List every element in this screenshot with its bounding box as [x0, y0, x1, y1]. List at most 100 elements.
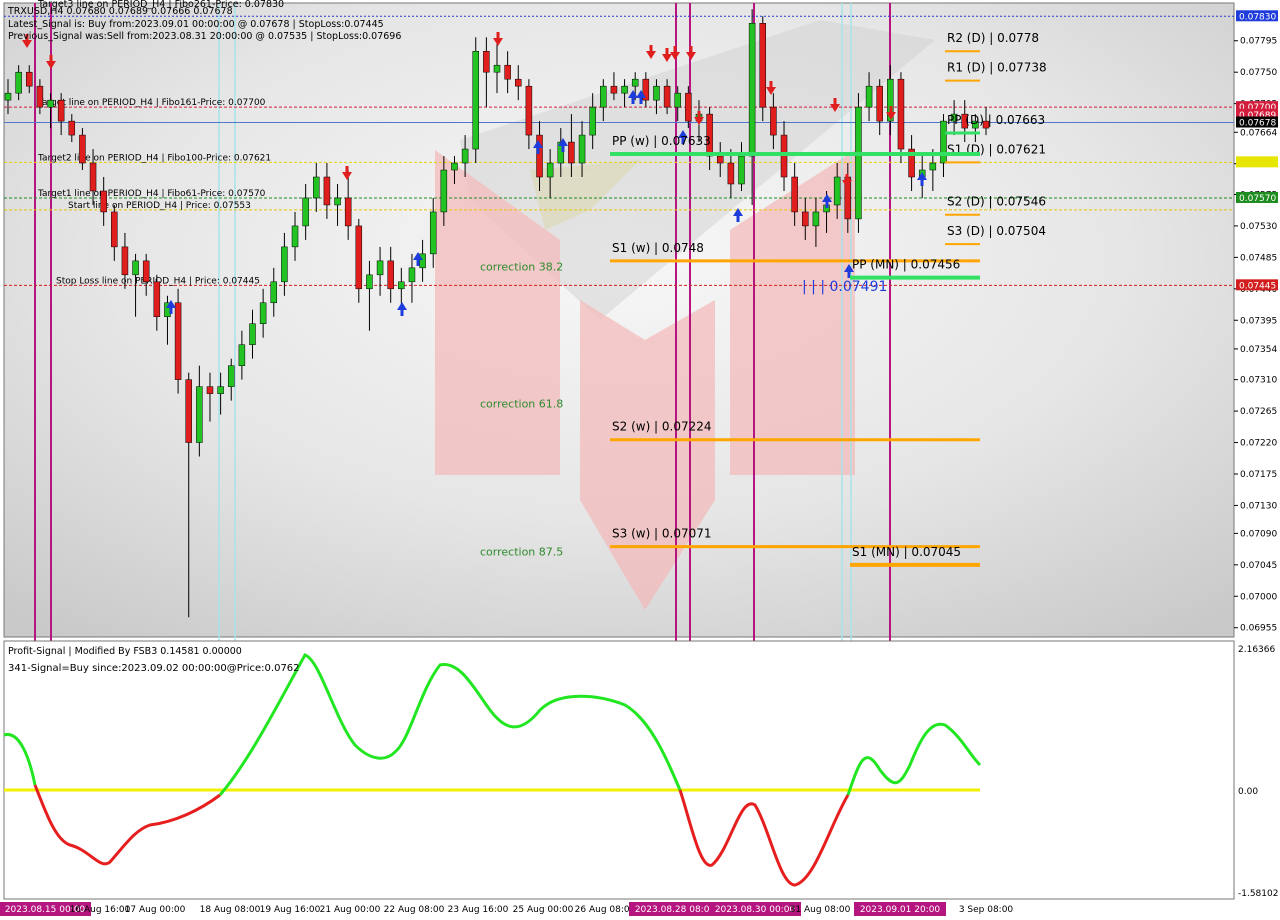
- pivot-label: R2 (D) | 0.0778: [947, 31, 1039, 45]
- candle-body: [302, 197, 309, 227]
- price-tick-label: 0.07310: [1240, 376, 1277, 386]
- candle-body: [461, 148, 469, 164]
- price-tick-label: 0.07664: [1240, 128, 1277, 138]
- candle-body: [281, 246, 288, 283]
- candle-body: [344, 197, 352, 227]
- target-line-label: Start line on PERIOD_H4 | Price: 0.07553: [68, 201, 251, 211]
- price-axis[interactable]: 0.077950.077500.077050.076640.076190.075…: [1234, 10, 1278, 634]
- candle-body: [206, 386, 214, 394]
- time-label: 3 Sep 08:00: [959, 905, 1014, 915]
- candle-body: [716, 155, 724, 164]
- candle-body: [663, 85, 671, 108]
- candle-body: [578, 134, 586, 164]
- pivot-label: S1 (w) | 0.0748: [612, 241, 704, 255]
- candle-body: [334, 197, 341, 206]
- candle-body: [674, 92, 681, 108]
- candle-body: [802, 211, 809, 227]
- price-box-label: 0.07621: [1239, 158, 1276, 168]
- candle-body: [4, 92, 12, 101]
- time-label: 31 Aug 08:00: [790, 905, 851, 915]
- time-label: 2023.08.30 00:00: [715, 905, 796, 915]
- target-line-label: Target2 line on PERIOD_H4 | Fibo100-Pric…: [37, 153, 271, 163]
- pivot-label: S3 (w) | 0.07071: [612, 527, 712, 541]
- candle-body: [727, 162, 735, 185]
- candle-body: [855, 106, 862, 220]
- candle-body: [217, 386, 224, 394]
- header-line-1: TRXUSD,H4 0.07680 0.07689 0.07666 0.0767…: [7, 6, 233, 17]
- price-tick-label: 0.06955: [1240, 624, 1277, 634]
- price-tick-label: 0.07175: [1240, 470, 1277, 480]
- candle-body: [440, 169, 448, 213]
- trading-chart[interactable]: Target line on PERIOD_H4 | Fibo161-Price…: [0, 0, 1280, 920]
- time-axis[interactable]: 2023.08.15 00:0016 Aug 16:0017 Aug 00:00…: [0, 900, 1234, 918]
- candle-body: [185, 379, 192, 443]
- candle-body: [770, 106, 777, 136]
- candle-body: [15, 71, 22, 94]
- candle-body: [291, 225, 299, 248]
- time-label: 2023.08.28 08:00: [635, 905, 716, 915]
- candle-body: [812, 211, 820, 227]
- pivot-label: S2 (w) | 0.07224: [612, 420, 712, 434]
- time-label: 16 Aug 16:00: [70, 905, 131, 915]
- candle-body: [398, 281, 405, 290]
- candle-body: [47, 99, 54, 108]
- candle-body: [270, 281, 278, 304]
- candle-body: [366, 274, 373, 290]
- time-label: 19 Aug 16:00: [260, 905, 321, 915]
- candle-body: [621, 85, 628, 94]
- pivot-label: R1 (D) | 0.07738: [947, 61, 1047, 75]
- candle-body: [79, 134, 86, 164]
- time-label: 17 Aug 00:00: [125, 905, 186, 915]
- candle-body: [142, 260, 150, 283]
- price-tick-label: 0.07485: [1240, 253, 1277, 263]
- price-box-label: 0.07445: [1239, 281, 1276, 291]
- candle-body: [833, 176, 841, 206]
- candle-body: [685, 92, 692, 122]
- candle-body: [429, 211, 437, 255]
- candle-body: [355, 225, 363, 290]
- candle-body: [546, 162, 554, 178]
- indicator-panel[interactable]: [3, 640, 1235, 900]
- candle-body: [897, 78, 905, 150]
- candle-body: [376, 260, 384, 276]
- price-tick-label: 0.07354: [1240, 345, 1277, 355]
- candle-body: [68, 120, 76, 136]
- correction-label: correction 38.2: [480, 261, 563, 274]
- candle-body: [408, 267, 416, 283]
- candle-body: [568, 141, 575, 164]
- candle-body: [472, 50, 479, 150]
- correction-label: correction 61.8: [480, 398, 563, 411]
- candle-body: [36, 85, 44, 108]
- time-label: 2023.09.01 20:00: [860, 905, 941, 915]
- pivot-label: PP (w) | 0.07633: [612, 134, 711, 148]
- candle-body: [132, 260, 139, 276]
- candle-body: [111, 211, 118, 248]
- price-tick-label: 0.07000: [1240, 592, 1277, 602]
- candle-body: [759, 23, 767, 108]
- time-label: 25 Aug 00:00: [513, 905, 574, 915]
- candle-body: [323, 176, 331, 206]
- candle-body: [196, 386, 203, 443]
- candle-body: [504, 64, 511, 80]
- candle-body: [515, 78, 522, 87]
- candle-body: [259, 302, 267, 324]
- time-label: 23 Aug 16:00: [448, 905, 509, 915]
- time-label: 26 Aug 08:00: [575, 905, 636, 915]
- pivot-label: PP (MN) | 0.07456: [852, 258, 960, 272]
- candle-body: [940, 120, 947, 164]
- price-tick-label: 0.07265: [1240, 407, 1277, 417]
- candle-body: [57, 99, 65, 122]
- candle-body: [589, 106, 596, 136]
- time-label: 18 Aug 08:00: [200, 905, 261, 915]
- pivot-label: S3 (D) | 0.07504: [947, 224, 1046, 238]
- candle-body: [26, 71, 33, 87]
- candle-body: [89, 162, 97, 192]
- price-tick-label: 0.07090: [1240, 529, 1277, 539]
- candle-body: [493, 64, 501, 73]
- candle-body: [631, 78, 639, 87]
- candle-body: [227, 365, 235, 387]
- indicator-max-label: 2.16366: [1238, 645, 1275, 655]
- price-box-label: 0.07570: [1239, 194, 1276, 204]
- candle-body: [780, 134, 788, 178]
- candle-body: [610, 85, 618, 94]
